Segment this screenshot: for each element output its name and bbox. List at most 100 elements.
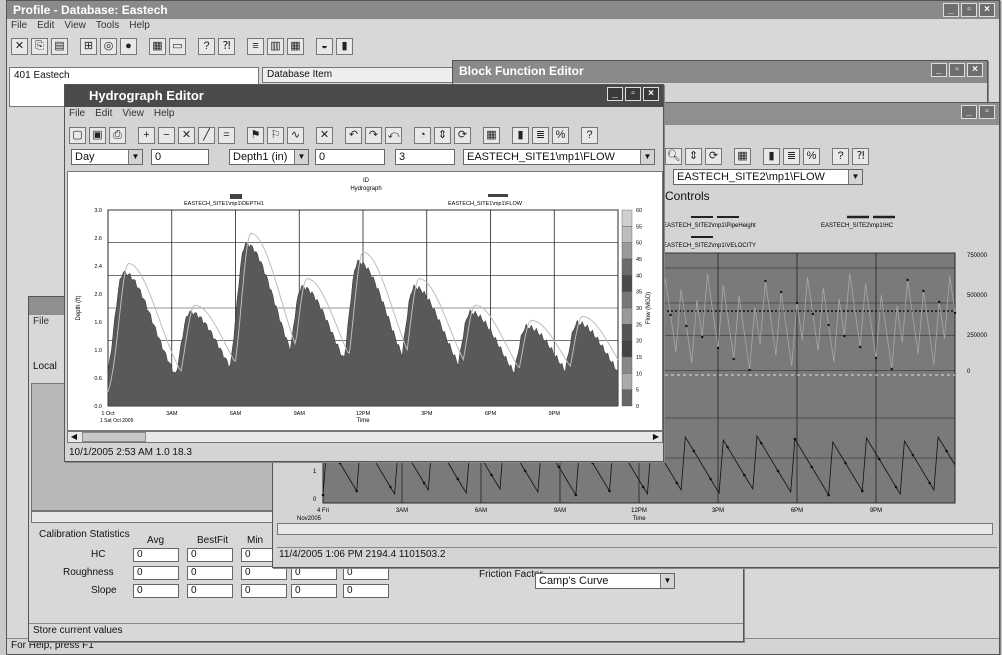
undo-icon[interactable]: ↶ xyxy=(345,126,362,144)
clear-icon[interactable]: ✕ xyxy=(316,126,333,144)
flow-select[interactable]: EASTECH_SITE1\mp1\FLOW ▼ xyxy=(463,149,655,165)
minimize-button[interactable]: _ xyxy=(943,3,959,17)
roughness-field-5[interactable]: 0 xyxy=(343,566,389,580)
roughness-bestfit-field[interactable]: 0 xyxy=(187,566,233,580)
hg-close-button[interactable]: × xyxy=(643,87,659,101)
monitor-icon[interactable]: ▭ xyxy=(169,37,186,55)
properties-icon[interactable]: ▦ xyxy=(483,126,500,144)
bf-maximize-button[interactable]: ▫ xyxy=(949,63,965,77)
close-button[interactable]: × xyxy=(979,3,995,17)
help-icon[interactable]: ? xyxy=(581,126,598,144)
menu-tools[interactable]: Tools xyxy=(96,20,119,34)
depth-offset-field[interactable]: 0 xyxy=(315,149,385,165)
scroll-left-arrow[interactable]: ◀ xyxy=(68,432,80,442)
slope-bestfit-field[interactable]: 0 xyxy=(187,584,233,598)
s2-context-help-icon[interactable]: ⁈ xyxy=(852,147,869,165)
menu-view[interactable]: View xyxy=(64,20,86,34)
table-icon[interactable]: ▦ xyxy=(287,37,304,55)
s2-bar-icon[interactable]: ▮ xyxy=(763,147,780,165)
bar-icon[interactable]: ▮ xyxy=(512,126,529,144)
scroll-right-arrow[interactable]: ▶ xyxy=(650,432,662,442)
sort-icon[interactable]: ≡ xyxy=(247,37,264,55)
chart-icon[interactable]: ▮ xyxy=(336,37,353,55)
hg-menu-view[interactable]: View xyxy=(122,108,144,123)
site2-flow-select[interactable]: EASTECH_SITE2\mp1\FLOW ▼ xyxy=(673,169,863,185)
equals-icon[interactable]: = xyxy=(218,126,235,144)
hc-bestfit-field[interactable]: 0 xyxy=(187,548,233,562)
tree-icon[interactable]: ⊞ xyxy=(80,37,97,55)
velocity-point xyxy=(859,345,862,349)
menu-file[interactable]: File xyxy=(11,20,27,34)
small-menu-file[interactable]: File xyxy=(33,316,49,330)
delete-icon[interactable]: ✕ xyxy=(178,126,195,144)
hg-menu-edit[interactable]: Edit xyxy=(95,108,112,123)
hydrograph-hscroll[interactable]: ◀ ▶ xyxy=(67,431,663,443)
grid-icon[interactable]: ▥ xyxy=(267,37,284,55)
maximize-button[interactable]: ▫ xyxy=(961,3,977,17)
depth-select[interactable]: Depth1 (in) ▼ xyxy=(229,149,309,165)
menu-edit[interactable]: Edit xyxy=(37,20,54,34)
search-icon[interactable]: ◒ xyxy=(316,37,333,55)
hg-menu-help[interactable]: Help xyxy=(154,108,175,123)
roughness-avg-field[interactable]: 0 xyxy=(133,566,179,580)
small-local-tab[interactable]: Local xyxy=(33,361,57,372)
help-icon[interactable]: ? xyxy=(198,37,215,55)
s2-minimize-button[interactable]: _ xyxy=(961,105,977,119)
redo-icon[interactable]: ↷ xyxy=(365,126,382,144)
bf-close-button[interactable]: × xyxy=(967,63,983,77)
slope-min-field[interactable]: 0 xyxy=(241,584,287,598)
copy-icon[interactable]: ⎘ xyxy=(31,37,48,55)
s2-help-icon[interactable]: ? xyxy=(832,147,849,165)
site2-hscroll[interactable] xyxy=(277,523,993,535)
edit-icon[interactable]: ╱ xyxy=(198,126,215,144)
s2-grid-icon[interactable]: ≣ xyxy=(783,147,800,165)
s2-refresh-icon[interactable]: ⟳ xyxy=(705,147,722,165)
s2-zoom-icon[interactable]: 🔍︎ xyxy=(665,147,682,165)
multiplier-field[interactable]: 3 xyxy=(395,149,455,165)
hg-minimize-button[interactable]: _ xyxy=(607,87,623,101)
remove-icon[interactable]: − xyxy=(158,126,175,144)
properties-icon[interactable]: ▦ xyxy=(149,37,166,55)
friction-factor-select[interactable]: Camp's Curve ▼ xyxy=(535,573,675,589)
s2-maximize-button[interactable]: ▫ xyxy=(979,105,995,119)
slope-field-5[interactable]: 0 xyxy=(343,584,389,598)
wave-icon[interactable]: ∿ xyxy=(287,126,304,144)
bf-minimize-button[interactable]: _ xyxy=(931,63,947,77)
fit-icon[interactable]: ⇕ xyxy=(434,126,451,144)
roughness-field-4[interactable]: 0 xyxy=(291,566,337,580)
paste-icon[interactable]: ▤ xyxy=(51,37,68,55)
scroll-thumb[interactable] xyxy=(82,432,146,442)
interval-select[interactable]: Day ▼ xyxy=(71,149,143,165)
hg-maximize-button[interactable]: ▫ xyxy=(625,87,641,101)
revert-icon[interactable]: ⤺ xyxy=(385,126,402,144)
hc-avg-field[interactable]: 0 xyxy=(133,548,179,562)
flag-icon[interactable]: ⚑ xyxy=(247,126,264,144)
calibration-hscroll[interactable] xyxy=(31,511,275,523)
slope-field-4[interactable]: 0 xyxy=(291,584,337,598)
grid-icon[interactable]: ≣ xyxy=(532,126,549,144)
globe-icon[interactable]: ◎ xyxy=(100,37,117,55)
print-icon[interactable]: ⎙ xyxy=(109,126,126,144)
offset-field[interactable]: 0 xyxy=(151,149,209,165)
s2-fit-icon[interactable]: ⇕ xyxy=(685,147,702,165)
save-icon[interactable]: ▣ xyxy=(89,126,106,144)
tree-root-label[interactable]: 401 Eastech xyxy=(14,70,70,81)
percent-icon[interactable]: % xyxy=(552,126,569,144)
new-icon[interactable]: ▢ xyxy=(69,126,86,144)
delete-icon[interactable]: ✕ xyxy=(11,37,28,55)
slope-avg-field[interactable]: 0 xyxy=(133,584,179,598)
zoom-icon[interactable]: ◔ xyxy=(414,126,431,144)
s2-percent-icon[interactable]: % xyxy=(803,147,820,165)
hg-menu-file[interactable]: File xyxy=(69,108,85,123)
menu-help[interactable]: Help xyxy=(129,20,150,34)
row-slope-label: Slope xyxy=(91,585,117,596)
s2-props-icon[interactable]: ▦ xyxy=(734,147,751,165)
main-titlebar: Profile - Database: Eastech _ ▫ × xyxy=(7,1,999,19)
add-icon[interactable]: + xyxy=(138,126,155,144)
context-help-icon[interactable]: ⁈ xyxy=(218,37,235,55)
flag-alt-icon[interactable]: ⚐ xyxy=(267,126,284,144)
site2-ytick-left: 1 xyxy=(313,469,317,475)
roughness-min-field[interactable]: 0 xyxy=(241,566,287,580)
pin-icon[interactable]: ● xyxy=(120,37,137,55)
refresh-icon[interactable]: ⟳ xyxy=(454,126,471,144)
